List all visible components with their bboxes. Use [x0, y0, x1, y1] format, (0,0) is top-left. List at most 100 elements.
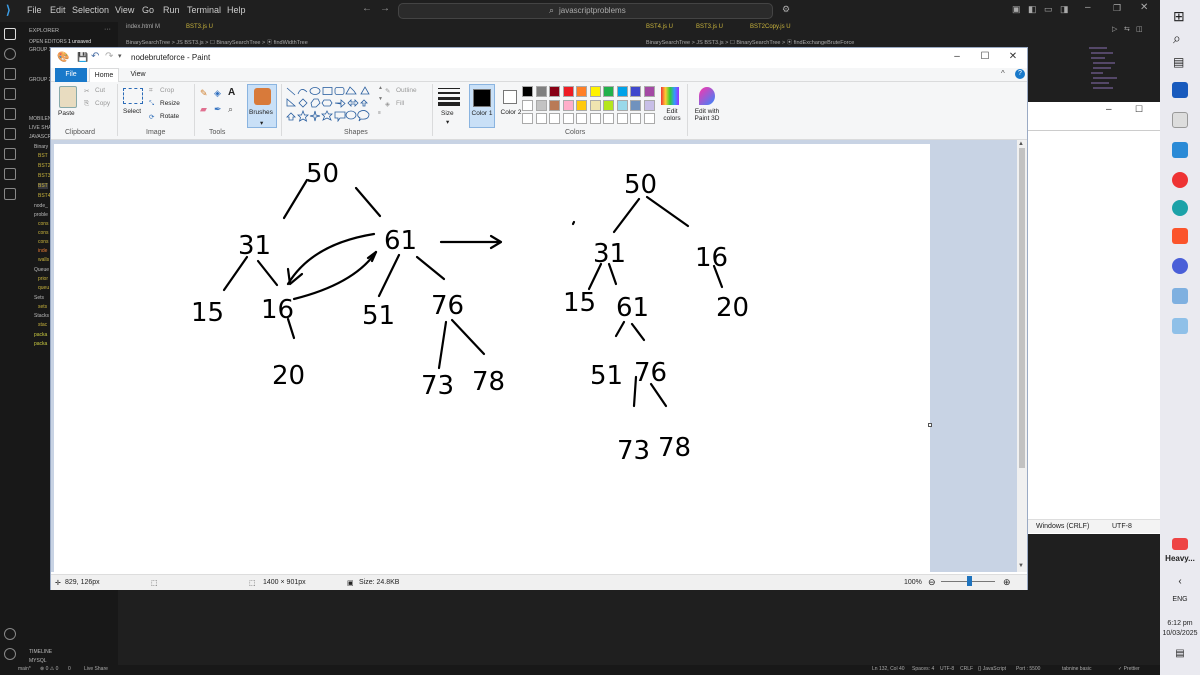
palette-swatch[interactable]	[603, 99, 614, 111]
brave-icon[interactable]	[1172, 228, 1188, 244]
testing-icon[interactable]	[4, 148, 16, 160]
run-icon[interactable]: ▷	[1112, 25, 1117, 33]
run-debug-icon[interactable]	[4, 88, 16, 100]
clock-date[interactable]: 10/03/2025	[1160, 630, 1200, 637]
cursor-position[interactable]: Ln 132, Col 40	[872, 666, 905, 672]
edit-colors-button[interactable]: Edit colors	[662, 108, 682, 122]
ports-count[interactable]: 0	[68, 666, 71, 672]
palette-swatch[interactable]	[522, 113, 533, 124]
sidebar-file[interactable]: BST2	[38, 163, 51, 169]
resize-button[interactable]: Resize	[160, 100, 180, 107]
outline-button[interactable]: Outline	[396, 87, 417, 94]
sidebar-toggle-icon[interactable]: ◧	[1028, 4, 1037, 15]
palette-swatch[interactable]	[549, 86, 560, 97]
command-center-search[interactable]: ⌕ javascriptproblems	[398, 3, 773, 19]
weather-icon[interactable]	[1172, 538, 1188, 550]
edit-paint3d-button[interactable]: Edit with Paint 3D	[691, 108, 723, 122]
rotate-button[interactable]: Rotate	[160, 113, 179, 120]
eol[interactable]: CRLF	[960, 666, 973, 672]
sidebar-item[interactable]: MOBILEN	[29, 116, 52, 122]
palette-swatch[interactable]	[522, 99, 533, 111]
source-control-icon[interactable]	[4, 68, 16, 80]
bg-minimize-icon[interactable]: –	[1106, 104, 1112, 115]
palette-swatch[interactable]	[616, 113, 628, 124]
forward-arrow-icon[interactable]: →	[380, 3, 390, 14]
menu-help[interactable]: Help	[227, 5, 246, 15]
tab-home[interactable]: Home	[89, 68, 119, 82]
sidebar-file[interactable]: prior	[38, 276, 48, 282]
file-encoding[interactable]: UTF-8	[940, 666, 954, 672]
chevron-down-icon[interactable]: ▾	[446, 118, 449, 126]
indentation[interactable]: Spaces: 4	[912, 666, 934, 672]
palette-swatch[interactable]	[562, 86, 574, 97]
scroll-down-icon[interactable]: ▼	[1018, 563, 1024, 569]
save-icon[interactable]: 💾	[77, 52, 88, 63]
app-taskbar-icon[interactable]	[1172, 318, 1188, 334]
zoom-in-icon[interactable]: ⊕	[1003, 577, 1011, 588]
sidebar-file[interactable]: cons	[38, 221, 49, 227]
copilot-icon[interactable]: ⚙	[782, 4, 790, 15]
resize-icon[interactable]: ⤡	[149, 100, 154, 108]
edge-icon[interactable]	[1172, 200, 1188, 216]
menu-file[interactable]: File	[27, 5, 42, 15]
minimap[interactable]	[1085, 44, 1125, 104]
paste-icon[interactable]	[59, 86, 77, 108]
palette-swatch[interactable]	[630, 113, 641, 124]
tab-file[interactable]: File	[55, 68, 87, 82]
sidebar-file[interactable]: BST4	[38, 193, 51, 199]
palette-swatch[interactable]	[589, 99, 601, 111]
palette-swatch[interactable]	[576, 99, 587, 111]
palette-swatch[interactable]	[535, 86, 547, 97]
text-icon[interactable]: A	[228, 87, 235, 98]
mysql-section[interactable]: MYSQL	[29, 658, 47, 664]
account-icon[interactable]	[4, 628, 16, 640]
sidebar-file[interactable]: cons	[38, 239, 49, 245]
sidebar-file[interactable]: BST	[38, 153, 48, 159]
palette-swatch[interactable]	[562, 113, 574, 124]
crop-button[interactable]: Crop	[160, 87, 174, 94]
language-indicator[interactable]: ENG	[1160, 596, 1200, 603]
canvas-resize-handle[interactable]	[928, 423, 932, 427]
breadcrumb[interactable]: BinarySearchTree > JS BST3.js > ☐ Binary…	[126, 38, 308, 46]
opera-icon[interactable]	[1172, 172, 1188, 188]
close-icon[interactable]: ✕	[1140, 2, 1148, 13]
extensions-icon[interactable]	[4, 108, 16, 120]
palette-swatch[interactable]	[576, 113, 587, 124]
prettier-status[interactable]: ✓ Prettier	[1118, 666, 1140, 672]
palette-swatch[interactable]	[549, 113, 560, 124]
layout-icon[interactable]: ▣	[1012, 4, 1021, 15]
pencil-icon[interactable]: ✎	[200, 88, 208, 99]
problems-count[interactable]: ⊗ 0 ⚠ 0	[40, 666, 58, 672]
back-arrow-icon[interactable]: ←	[362, 3, 372, 14]
paste-button[interactable]: Paste	[58, 110, 75, 117]
sidebar-file[interactable]: sets	[38, 304, 47, 310]
manage-gear-icon[interactable]	[4, 648, 16, 660]
palette-swatch[interactable]	[535, 113, 547, 124]
editor-tab[interactable]: index.html M	[126, 24, 160, 30]
palette-swatch[interactable]	[562, 99, 574, 111]
menu-go[interactable]: Go	[142, 5, 154, 15]
menu-view[interactable]: View	[115, 5, 134, 15]
palette-swatch[interactable]	[616, 99, 628, 111]
menu-run[interactable]: Run	[163, 5, 180, 15]
zoom-out-icon[interactable]: ⊖	[928, 577, 936, 588]
palette-swatch[interactable]	[589, 113, 601, 124]
notifications-icon[interactable]: ▤	[1160, 648, 1200, 659]
menu-terminal[interactable]: Terminal	[187, 5, 221, 15]
copy-button[interactable]: Copy	[95, 100, 110, 107]
docker-icon[interactable]	[4, 168, 16, 180]
scroll-up-icon[interactable]: ▲	[1018, 141, 1024, 147]
edit-colors-icon[interactable]	[661, 87, 679, 105]
menu-edit[interactable]: Edit	[50, 5, 66, 15]
remote-explorer-icon[interactable]	[4, 128, 16, 140]
sidebar-file[interactable]: inde	[38, 248, 47, 254]
fill-button[interactable]: Fill	[396, 100, 404, 107]
color-picker-icon[interactable]: ✒	[214, 104, 222, 115]
tab-view[interactable]: View	[123, 68, 153, 82]
palette-swatch[interactable]	[630, 86, 641, 97]
sidebar-file[interactable]: BST	[38, 183, 48, 189]
sidebar-file[interactable]: packa	[34, 341, 47, 347]
secondary-sidebar-icon[interactable]: ◨	[1060, 4, 1069, 15]
rotate-icon[interactable]: ⟳	[149, 113, 154, 121]
magnifier-icon[interactable]: ⌕	[228, 104, 233, 115]
